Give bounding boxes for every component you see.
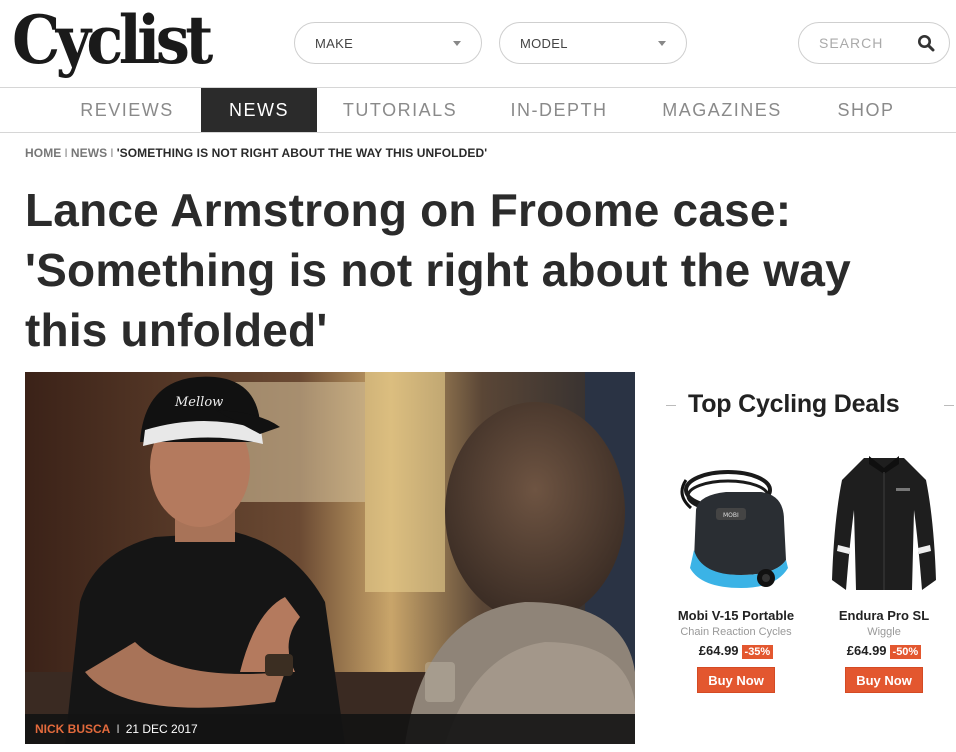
main-nav: REVIEWS NEWS TUTORIALS IN-DEPTH MAGAZINE… [0, 88, 956, 133]
deal-product-image[interactable]: MOBI [666, 450, 806, 600]
make-select[interactable]: MAKE [294, 22, 482, 64]
article-hero-image: Mellow NICK BUSCA I 21 DEC 2017 [25, 372, 635, 744]
deal-product-image[interactable] [814, 450, 954, 600]
divider [944, 405, 954, 406]
deal-price: £64.99 [846, 643, 887, 658]
site-header: Cyclist MAKE MODEL SEARCH [0, 0, 956, 88]
deals-title: Top Cycling Deals [688, 390, 900, 418]
make-select-label: MAKE [315, 36, 354, 51]
deal-price-row: £64.99 -35% [666, 643, 806, 659]
chevron-down-icon [658, 41, 666, 46]
nav-item-in-depth[interactable]: IN-DEPTH [500, 88, 618, 132]
search-input[interactable]: SEARCH [798, 22, 950, 64]
buy-now-button[interactable]: Buy Now [697, 667, 775, 693]
deal-price-row: £64.99 -50% [814, 643, 954, 659]
breadcrumb-current: 'SOMETHING IS NOT RIGHT ABOUT THE WAY TH… [116, 146, 488, 160]
nav-item-magazines[interactable]: MAGAZINES [653, 88, 791, 132]
discount-badge: -50% [889, 645, 922, 659]
publish-date: 21 DEC 2017 [125, 722, 198, 736]
deal-store-name: Chain Reaction Cycles [680, 626, 792, 638]
product-image-jacket [832, 456, 936, 590]
deal-price: £64.99 [698, 643, 739, 658]
nav-item-reviews[interactable]: REVIEWS [72, 88, 182, 132]
search-icon[interactable] [917, 34, 935, 52]
product-image-pump: MOBI [680, 470, 788, 588]
model-select[interactable]: MODEL [499, 22, 687, 64]
buy-now-button[interactable]: Buy Now [845, 667, 923, 693]
breadcrumb: HOME I NEWS I 'SOMETHING IS NOT RIGHT ABOUT … [25, 146, 487, 160]
hero-photo: Mellow [25, 372, 635, 744]
search-placeholder: SEARCH [819, 35, 884, 51]
byline-separator: I [116, 722, 120, 736]
breadcrumb-separator: I [110, 146, 114, 160]
article-headline: Lance Armstrong on Froome case: 'Somethi… [25, 184, 851, 356]
cap-logo-text: Mellow [174, 395, 223, 410]
pump-brand-text: MOBI [723, 512, 739, 519]
nav-item-news[interactable]: NEWS [201, 88, 317, 132]
site-logo[interactable]: Cyclist [12, 0, 213, 80]
nav-item-tutorials[interactable]: TUTORIALS [335, 88, 465, 132]
article-byline: NICK BUSCA I 21 DEC 2017 [25, 714, 635, 744]
deal-product-name[interactable]: Mobi V-15 Portable [666, 608, 806, 623]
discount-badge: -35% [741, 645, 774, 659]
deal-card: MOBI Mobi V-15 Portable Chain Reaction C… [666, 450, 806, 693]
deal-store-name: Wiggle [867, 626, 901, 638]
model-select-label: MODEL [520, 36, 568, 51]
deals-heading: Top Cycling Deals [660, 390, 956, 422]
nav-item-shop[interactable]: SHOP [826, 88, 906, 132]
chevron-down-icon [453, 41, 461, 46]
breadcrumb-separator: I [64, 146, 68, 160]
deal-product-name[interactable]: Endura Pro SL [814, 608, 954, 623]
breadcrumb-home[interactable]: HOME [25, 146, 61, 160]
divider [666, 405, 676, 406]
deal-card: Endura Pro SL Wiggle £64.99 -50% Buy Now [814, 450, 954, 693]
author-name[interactable]: NICK BUSCA [35, 722, 110, 736]
breadcrumb-news[interactable]: NEWS [71, 146, 107, 160]
